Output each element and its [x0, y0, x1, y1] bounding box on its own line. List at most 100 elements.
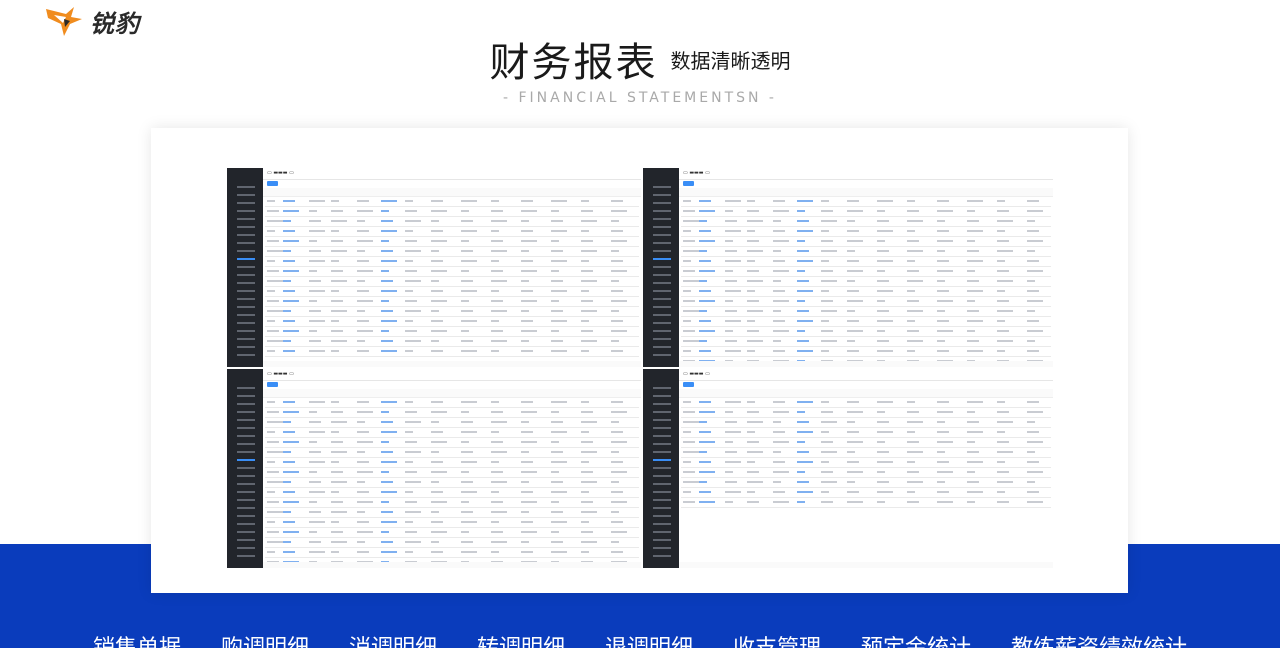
nav-item-refund-details[interactable]: 退调明细: [605, 634, 693, 664]
preview-cell: [405, 521, 413, 523]
preview-row-divider: [265, 296, 639, 297]
preview-cell: [847, 200, 859, 202]
preview-cell: [797, 260, 813, 262]
preview-cell: [431, 491, 443, 493]
preview-cell: [797, 340, 809, 342]
preview-row-divider: [265, 226, 639, 227]
preview-cell: [611, 320, 623, 322]
preview-sidebar-line: [237, 507, 255, 509]
preview-sidebar-line: [653, 258, 671, 260]
preview-cell: [431, 421, 439, 423]
preview-cell: [581, 260, 589, 262]
preview-cell: [997, 401, 1005, 403]
preview-cell: [725, 421, 737, 423]
preview-cell: [907, 401, 915, 403]
preview-cell: [581, 210, 593, 212]
preview-cell: [267, 350, 275, 352]
preview-cell: [967, 290, 983, 292]
preview-cell: [461, 501, 469, 503]
preview-cell: [847, 330, 863, 332]
preview-cell: [521, 300, 537, 302]
preview-cell: [357, 220, 365, 222]
nav-item-sales-receipts[interactable]: 销售单据: [93, 634, 181, 664]
preview-cell: [381, 441, 389, 443]
preview-sidebar-line: [653, 387, 671, 389]
preview-cell: [357, 210, 373, 212]
preview-cell: [725, 260, 741, 262]
preview-cell: [747, 310, 763, 312]
preview-cell: [997, 471, 1009, 473]
preview-sidebar-line: [653, 515, 671, 517]
preview-cell: [773, 451, 781, 453]
preview-cell: [581, 521, 589, 523]
preview-cell: [847, 451, 855, 453]
preview-cell: [821, 350, 829, 352]
preview-cell: [551, 330, 559, 332]
preview-cell: [725, 290, 741, 292]
preview-row-divider: [681, 356, 1051, 357]
preview-cell: [847, 431, 859, 433]
preview-cell: [581, 501, 593, 503]
preview-cell: [683, 401, 691, 403]
preview-cell: [405, 481, 421, 483]
preview-cell: [283, 350, 295, 352]
preview-cell: [267, 421, 283, 423]
nav-item-deposit-stats[interactable]: 预定金统计: [861, 634, 971, 664]
preview-cell: [461, 350, 477, 352]
preview-cell: [581, 531, 593, 533]
preview-cell: [907, 270, 919, 272]
preview-cell: [581, 220, 597, 222]
preview-cell: [381, 300, 389, 302]
preview-row-divider: [265, 457, 639, 458]
preview-cell: [1027, 471, 1043, 473]
preview-cell: [581, 330, 593, 332]
preview-cell: [431, 300, 447, 302]
preview-cell: [405, 240, 417, 242]
nav-item-coach-salary[interactable]: 教练薪资绩效统计: [1011, 634, 1187, 664]
preview-cell: [1027, 280, 1035, 282]
preview-cell: [725, 471, 733, 473]
preview-row-divider: [265, 256, 639, 257]
preview-cell: [521, 320, 533, 322]
preview-cell: [491, 260, 499, 262]
nav-item-income-expense[interactable]: 收支管理: [733, 634, 821, 664]
preview-sidebar-line: [237, 387, 255, 389]
preview-cell: [967, 481, 979, 483]
preview-cell: [521, 411, 537, 413]
preview-sidebar-line: [653, 419, 671, 421]
preview-cell: [431, 451, 439, 453]
preview-cell: [267, 411, 279, 413]
preview-cell: [491, 501, 503, 503]
preview-cell: [357, 411, 373, 413]
preview-row-divider: [681, 507, 1051, 508]
nav-item-transfer-details[interactable]: 转调明细: [477, 634, 565, 664]
nav-item-consume-details[interactable]: 消调明细: [349, 634, 437, 664]
preview-cell: [907, 200, 915, 202]
preview-cell: [461, 230, 477, 232]
preview-cell: [821, 501, 833, 503]
preview-cell: [551, 350, 567, 352]
preview-cell: [907, 330, 919, 332]
preview-cell: [611, 290, 623, 292]
preview-cell: [747, 491, 755, 493]
preview-cell: [997, 230, 1005, 232]
preview-cell: [405, 280, 421, 282]
preview-table: [265, 398, 639, 568]
preview-cell: [997, 340, 1013, 342]
preview-cell: [381, 340, 393, 342]
preview-cell: [747, 330, 759, 332]
preview-cell: [967, 441, 975, 443]
preview-sidebar-line: [653, 427, 671, 429]
preview-cell: [461, 210, 469, 212]
preview-cell: [797, 350, 813, 352]
preview-cell: [725, 300, 733, 302]
preview-cell: [331, 411, 343, 413]
nav-item-purchase-details[interactable]: 购调明细: [221, 634, 309, 664]
preview-cell: [461, 300, 469, 302]
preview-sidebar-line: [653, 403, 671, 405]
preview-cell: [699, 441, 715, 443]
preview-cell: [551, 521, 567, 523]
preview-row-divider: [681, 497, 1051, 498]
preview-cell: [699, 451, 707, 453]
preview-cell: [331, 431, 339, 433]
